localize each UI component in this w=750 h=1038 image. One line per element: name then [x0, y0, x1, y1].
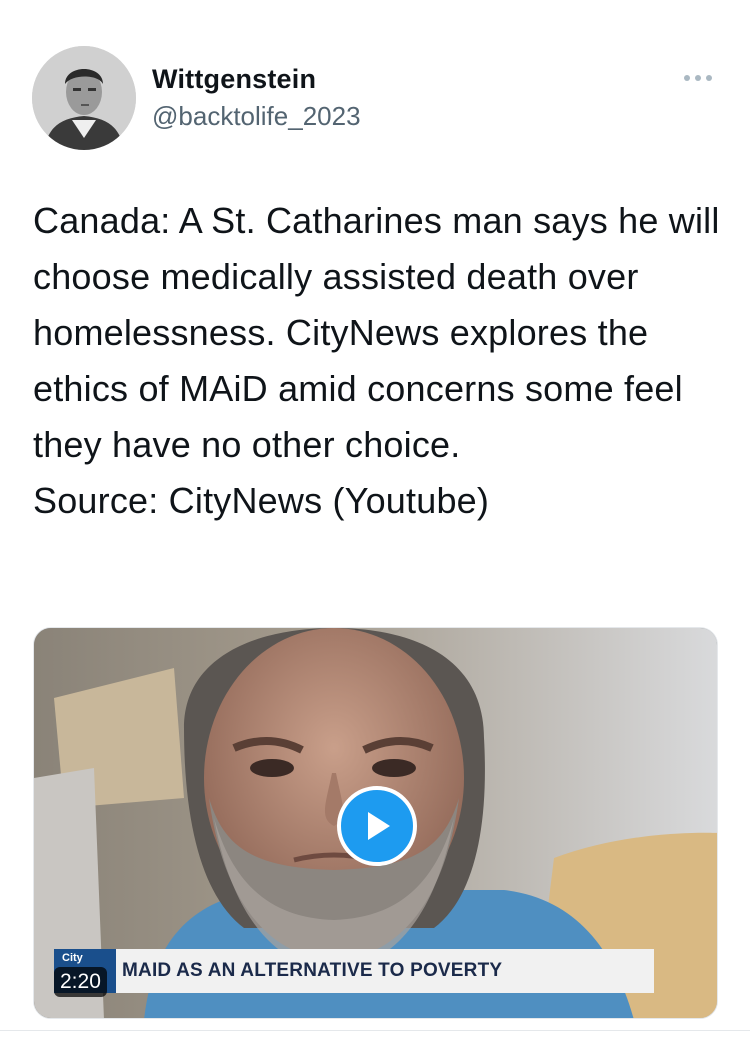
tweet-text-source: Source: CityNews (Youtube) [33, 480, 490, 521]
video-player[interactable]: City MAID AS AN ALTERNATIVE TO POVERTY 2… [33, 627, 718, 1019]
avatar[interactable] [32, 46, 136, 150]
tweet-text: Canada: A St. Catharines man says he wil… [33, 193, 723, 529]
play-icon [368, 812, 390, 840]
divider [0, 1030, 750, 1031]
video-duration-badge: 2:20 [54, 967, 107, 997]
avatar-portrait-icon [32, 46, 136, 150]
station-logo-text: City [62, 952, 83, 964]
tweet-card: Wittgenstein @backtolife_2023 Canada: A … [0, 0, 750, 1038]
more-dots-icon [684, 75, 712, 81]
author-handle[interactable]: @backtolife_2023 [152, 101, 361, 132]
tweet-text-body: Canada: A St. Catharines man says he wil… [33, 200, 720, 465]
author-display-name[interactable]: Wittgenstein [152, 64, 316, 95]
play-button[interactable] [337, 786, 417, 866]
news-headline: MAID AS AN ALTERNATIVE TO POVERTY [122, 960, 503, 981]
news-lower-third: City MAID AS AN ALTERNATIVE TO POVERTY [54, 949, 654, 993]
more-options-button[interactable] [676, 62, 720, 94]
